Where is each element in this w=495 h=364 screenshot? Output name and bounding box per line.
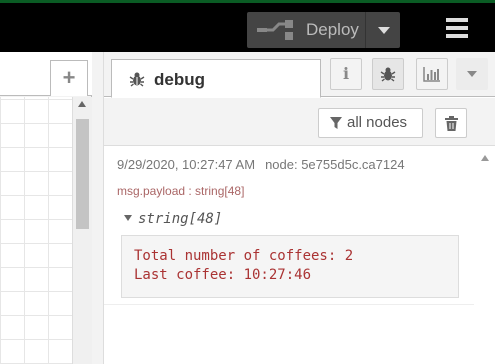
payload-type-label: string[48]	[138, 211, 223, 227]
add-flow-tab-button[interactable]: +	[50, 60, 88, 96]
bug-icon	[380, 67, 396, 82]
scroll-up-arrow-icon[interactable]	[78, 101, 86, 107]
workspace-scrollbar[interactable]	[72, 97, 92, 364]
workspace: +	[0, 52, 92, 364]
workspace-canvas[interactable]	[0, 97, 72, 364]
deploy-options-caret-icon[interactable]	[378, 27, 390, 34]
message-timestamp: 9/29/2020, 10:27:47 AM	[117, 157, 256, 172]
message-meta: 9/29/2020, 10:27:47 AM node: 5e755d5c.ca7…	[117, 157, 405, 172]
bar-chart-icon	[423, 67, 440, 82]
trash-icon	[445, 116, 458, 131]
filter-all-nodes-button[interactable]: all nodes	[318, 108, 423, 138]
debug-tab-button[interactable]	[372, 58, 404, 90]
clear-messages-button[interactable]	[435, 108, 467, 138]
scroll-up-arrow-icon[interactable]	[481, 155, 489, 161]
sidebar-more-button[interactable]	[456, 58, 488, 90]
debug-toolbar: all nodes	[104, 98, 495, 146]
main-menu-button[interactable]	[446, 18, 472, 40]
deploy-divider	[365, 12, 366, 48]
filter-label: all nodes	[347, 114, 408, 131]
debug-message: 9/29/2020, 10:27:47 AM node: 5e755d5c.ca7…	[104, 147, 474, 305]
scrollbar-thumb[interactable]	[76, 119, 89, 229]
deploy-button[interactable]: Deploy	[247, 12, 400, 48]
caret-down-icon	[467, 71, 477, 77]
tab-debug-label: debug	[154, 70, 205, 89]
message-topic: msg.payload : string[48]	[117, 184, 245, 198]
info-tab-button[interactable]: i	[330, 58, 362, 90]
tab-debug[interactable]: debug	[111, 59, 321, 98]
hamburger-icon-bar	[446, 26, 468, 30]
workspace-tab-bar: +	[0, 52, 92, 96]
dashboard-tab-button[interactable]	[416, 58, 448, 90]
hamburger-icon-bar	[446, 18, 468, 22]
sidebar: debug i all nodes 9/29/2020, 10:27:47 AM…	[104, 52, 495, 364]
header-bar: Deploy	[0, 0, 495, 52]
caret-down-icon	[124, 215, 132, 221]
filter-icon	[330, 117, 342, 129]
deploy-icon	[257, 20, 293, 40]
payload-value: Total number of coffees: 2 Last coffee: …	[121, 235, 459, 298]
hamburger-icon-bar	[446, 34, 468, 38]
sidebar-tab-bar: debug i	[104, 52, 495, 98]
debug-scrollbar[interactable]	[475, 147, 495, 364]
sidebar-separator[interactable]	[92, 52, 104, 364]
bug-icon	[129, 72, 145, 87]
message-node-link[interactable]: node: 5e755d5c.ca7124	[265, 157, 405, 172]
deploy-label: Deploy	[306, 20, 359, 39]
payload-tree-toggle[interactable]: string[48]	[124, 211, 222, 227]
